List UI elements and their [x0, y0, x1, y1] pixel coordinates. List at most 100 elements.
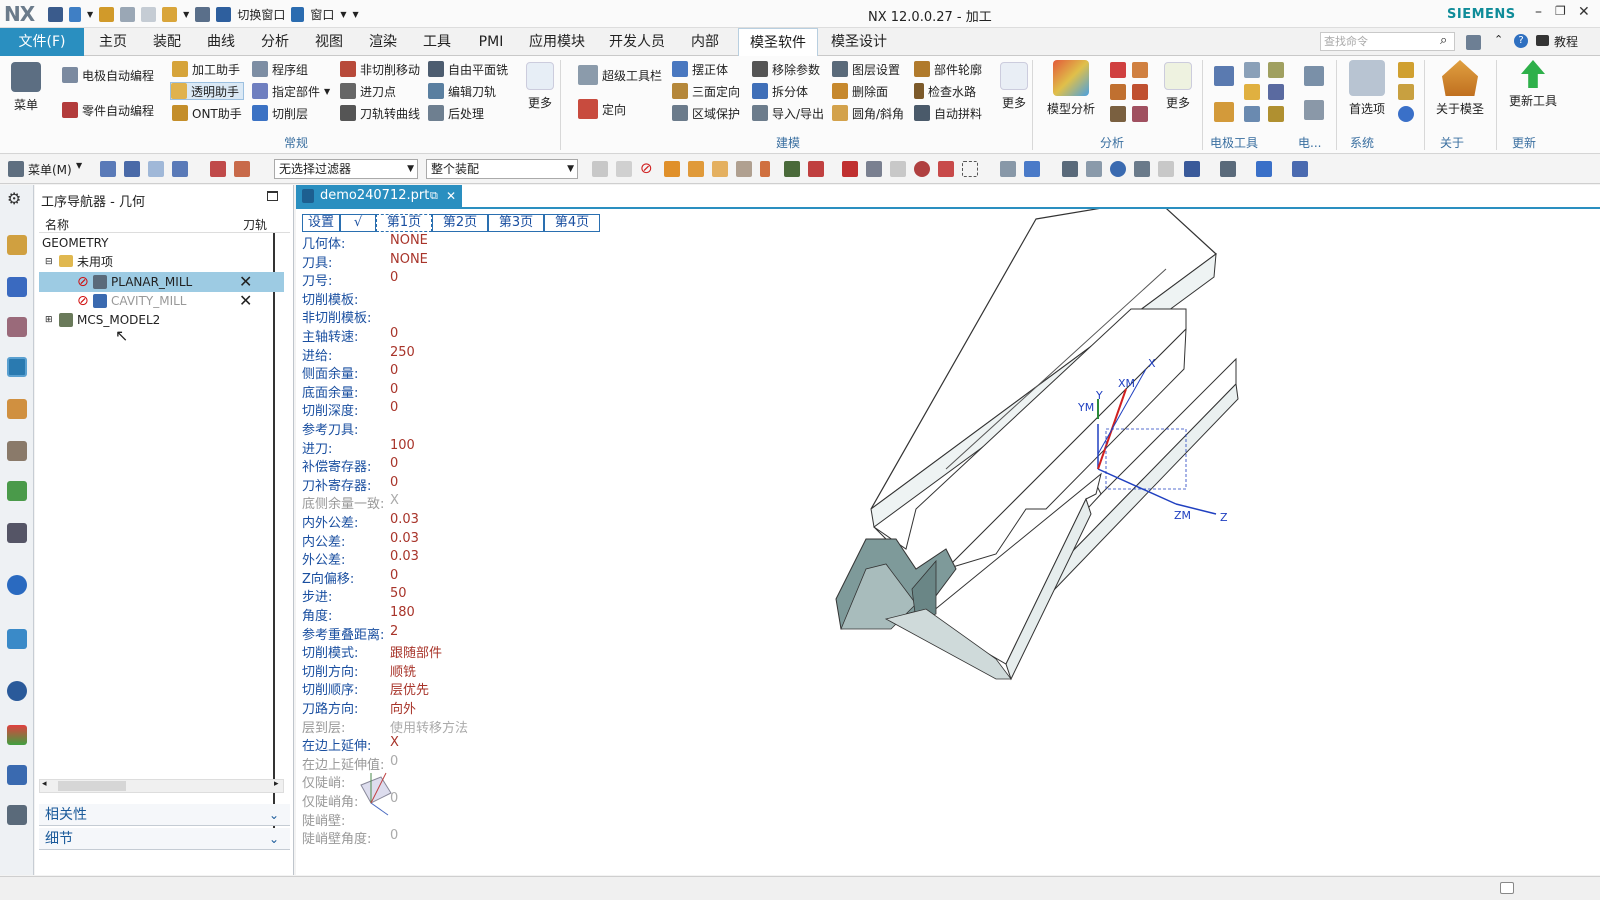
- electrode-d-icon[interactable]: [1268, 62, 1284, 78]
- more-analysis-button[interactable]: 更多: [1158, 62, 1198, 111]
- param-value[interactable]: 0: [390, 382, 398, 397]
- library-icon[interactable]: [7, 481, 27, 501]
- tool-icon[interactable]: [1132, 62, 1148, 78]
- shade-icon[interactable]: [1024, 161, 1040, 177]
- cube-icon[interactable]: [664, 161, 680, 177]
- super-toolbar-button[interactable]: 超级工具栏: [578, 65, 662, 85]
- operation-navigator-icon[interactable]: [7, 357, 27, 377]
- ont-helper-button[interactable]: ONT助手: [172, 104, 242, 122]
- assembly-navigator-icon[interactable]: [7, 235, 27, 255]
- tab-analysis[interactable]: 分析: [250, 28, 300, 56]
- tab-mosheng-design[interactable]: 模圣设计: [822, 28, 896, 56]
- assembly-scope-dropdown[interactable]: 整个装配 ▼: [426, 159, 578, 179]
- toolpath-column-header[interactable]: 刀轨: [243, 216, 267, 233]
- fit-icon[interactable]: [1062, 161, 1078, 177]
- tab-tools[interactable]: 工具: [412, 28, 462, 56]
- part-auto-button[interactable]: 零件自动编程: [62, 101, 154, 119]
- electrode-f-icon[interactable]: [1268, 106, 1284, 122]
- chevron-down-icon[interactable]: ▼: [76, 161, 82, 170]
- chevron-down-icon[interactable]: ▼: [340, 10, 346, 19]
- param-value[interactable]: NONE: [390, 233, 428, 248]
- tab-page-4[interactable]: 第4页: [544, 214, 600, 232]
- snap-icon[interactable]: [866, 161, 882, 177]
- gear-icon[interactable]: ⚙: [7, 189, 27, 209]
- free-plane-mill-button[interactable]: 自由平面铣: [428, 60, 508, 78]
- repeat-command-icon[interactable]: [162, 6, 178, 22]
- param-value[interactable]: 0: [390, 568, 398, 583]
- electrode-auto-button[interactable]: 电极自动编程: [62, 66, 154, 84]
- more-modeling-button[interactable]: 更多: [994, 62, 1034, 111]
- web-icon[interactable]: [7, 629, 27, 649]
- snap-icon[interactable]: [842, 161, 858, 177]
- tab-page-1[interactable]: 第1页: [376, 214, 432, 232]
- split-body-button[interactable]: 拆分体: [752, 82, 808, 100]
- window-menu-button[interactable]: 窗口: [310, 6, 334, 23]
- expand-icon[interactable]: ⊞: [45, 310, 53, 330]
- model-analysis-button[interactable]: 模型分析: [1040, 60, 1102, 117]
- collapse-ribbon-icon[interactable]: ⌃: [1494, 33, 1503, 46]
- lock-icon[interactable]: [1398, 84, 1414, 100]
- fullscreen-icon[interactable]: [1500, 882, 1514, 894]
- touch-mode-icon[interactable]: [195, 6, 211, 22]
- help-icon[interactable]: [1398, 106, 1414, 122]
- filter-icon[interactable]: [234, 161, 250, 177]
- draft-icon[interactable]: [1132, 106, 1148, 122]
- tree-row-mcs-model2[interactable]: ⊞ MCS_MODEL2: [39, 310, 284, 330]
- tutorial-link[interactable]: 教程: [1554, 33, 1578, 50]
- electro-icon[interactable]: [1304, 66, 1324, 86]
- param-value[interactable]: 0.03: [390, 531, 419, 546]
- search-icon[interactable]: ⌕: [1440, 33, 1447, 48]
- point-icon[interactable]: [784, 161, 800, 177]
- box-select-icon[interactable]: [962, 161, 978, 177]
- check-waterway-button[interactable]: 检查水路: [914, 82, 976, 100]
- chevron-down-icon[interactable]: ⌄: [269, 804, 279, 826]
- chevron-down-icon[interactable]: ▼: [87, 10, 93, 19]
- paste-icon[interactable]: [141, 6, 157, 22]
- tab-application[interactable]: 应用模块: [522, 28, 592, 56]
- info-icon[interactable]: [7, 575, 27, 595]
- param-value[interactable]: 0: [390, 326, 398, 341]
- three-orient-button[interactable]: 三面定向: [672, 82, 740, 100]
- angle-icon[interactable]: [1132, 84, 1148, 100]
- snap-icon[interactable]: [616, 161, 632, 177]
- view-icon[interactable]: [1000, 161, 1016, 177]
- tab-curve[interactable]: 曲线: [196, 28, 246, 56]
- graphics-window[interactable]: demo240712.prt ⧉ ✕ 设置 √ 第1页 第2页 第3页 第4页 …: [296, 185, 1600, 875]
- electrode-block-icon[interactable]: [1214, 102, 1234, 122]
- snap-point-icon[interactable]: [808, 161, 824, 177]
- file-menu-tab[interactable]: 文件(F): [0, 28, 84, 56]
- machine-tool-navigator-icon[interactable]: [7, 399, 27, 419]
- menu-icon[interactable]: [8, 161, 24, 177]
- select-icon[interactable]: [124, 161, 140, 177]
- param-value[interactable]: X: [390, 493, 399, 508]
- snap-icon[interactable]: [890, 161, 906, 177]
- orient-button[interactable]: 定向: [578, 99, 626, 119]
- tree-row-geometry[interactable]: GEOMETRY: [39, 233, 284, 253]
- remove-params-button[interactable]: 移除参数: [752, 60, 820, 78]
- part-navigator-icon[interactable]: [7, 317, 27, 337]
- tab-mosheng-software[interactable]: 模圣软件: [738, 28, 818, 56]
- tab-settings[interactable]: 设置: [302, 214, 340, 232]
- menu-button[interactable]: 菜单: [6, 62, 46, 113]
- undock-icon[interactable]: ⧉: [430, 185, 438, 207]
- tab-pmi[interactable]: PMI: [466, 28, 516, 56]
- render-icon[interactable]: [1256, 161, 1272, 177]
- param-value[interactable]: 100: [390, 438, 415, 453]
- param-value[interactable]: 跟随部件: [390, 642, 442, 661]
- body-icon[interactable]: [712, 161, 728, 177]
- tab-check[interactable]: √: [340, 214, 376, 232]
- chevron-down-icon[interactable]: ⌄: [269, 828, 279, 850]
- update-tools-button[interactable]: 更新工具: [1502, 60, 1564, 109]
- tool-library-icon[interactable]: [7, 441, 27, 461]
- param-value[interactable]: 0.03: [390, 512, 419, 527]
- circle-snap-icon[interactable]: [914, 161, 930, 177]
- layer-settings-button[interactable]: 图层设置: [832, 60, 900, 78]
- pan-icon[interactable]: [1134, 161, 1150, 177]
- chevron-down-icon[interactable]: ▼: [324, 87, 330, 96]
- param-value[interactable]: 250: [390, 345, 415, 360]
- tab-page-2[interactable]: 第2页: [432, 214, 488, 232]
- rotate-icon[interactable]: [1110, 161, 1126, 177]
- command-search-input[interactable]: 查找命令: [1320, 32, 1455, 51]
- chevron-down-icon[interactable]: ▼: [183, 10, 189, 19]
- tab-page-3[interactable]: 第3页: [488, 214, 544, 232]
